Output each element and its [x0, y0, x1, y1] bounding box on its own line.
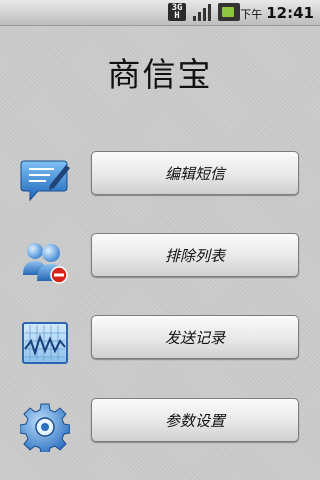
exclude-users-icon — [20, 237, 70, 287]
edit-message-button[interactable]: 编辑短信 — [91, 151, 299, 195]
settings-button[interactable]: 参数设置 — [91, 398, 299, 442]
menu-row-send-log: 发送记录 — [0, 315, 320, 375]
gear-icon — [19, 402, 71, 455]
clock-time: 12:41 — [266, 4, 314, 22]
signal-strength-icon — [192, 3, 212, 21]
network-3g-icon: 3G H — [168, 3, 186, 21]
clock: 下午 12:41 — [240, 4, 314, 22]
app-title: 商信宝 — [107, 55, 213, 94]
menu-row-edit-message: 编辑短信 — [0, 151, 320, 211]
clock-ampm: 下午 — [240, 8, 263, 21]
menu-row-settings: 参数设置 — [0, 398, 320, 458]
send-log-chart-icon — [20, 319, 70, 369]
menu-row-exclude-list: 排除列表 — [0, 233, 320, 293]
battery-icon — [218, 3, 240, 21]
send-log-button[interactable]: 发送记录 — [91, 315, 299, 359]
exclude-list-button[interactable]: 排除列表 — [91, 233, 299, 277]
status-bar: 3G H 下午 12:41 — [0, 0, 320, 26]
edit-message-icon — [20, 155, 70, 205]
